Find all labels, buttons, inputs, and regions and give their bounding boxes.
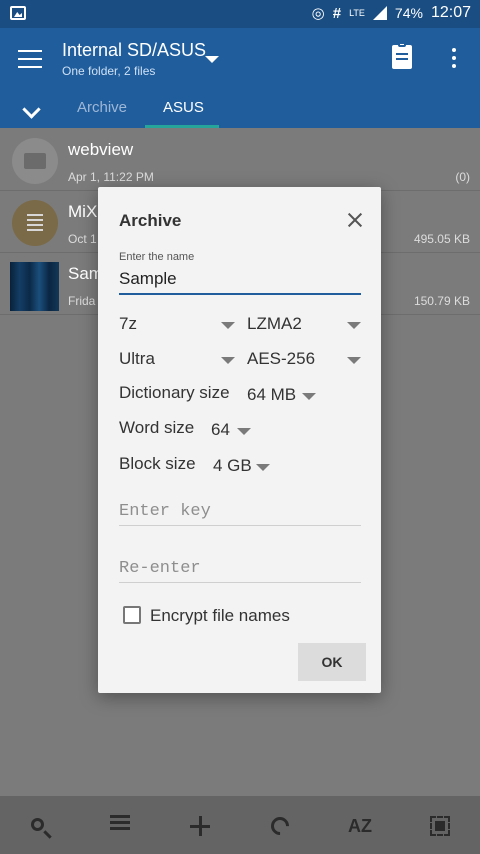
encryption-key-input[interactable] [119, 497, 361, 526]
chevron-down-icon [221, 322, 235, 329]
block-size-label: Block size [119, 454, 196, 473]
wifi-hotspot-icon: ◎ [311, 5, 325, 22]
reenter-key-input[interactable] [119, 554, 361, 583]
chevron-down-icon [221, 357, 235, 364]
network-label: LTE [349, 8, 365, 18]
tab-asus[interactable]: ASUS [163, 99, 204, 116]
list-view-icon[interactable] [110, 815, 130, 830]
format-dropdown[interactable]: 7z [119, 314, 239, 338]
encryption-value: AES-256 [247, 349, 316, 368]
status-bar: ◎ # LTE 74% 12:07 [0, 0, 480, 28]
file-date: Frida [68, 294, 96, 308]
dialog-title: Archive [119, 211, 182, 230]
menu-icon[interactable] [18, 50, 42, 68]
folder-icon [12, 138, 58, 184]
file-date: Apr 1, 11:22 PM [68, 170, 154, 184]
select-all-icon[interactable] [425, 811, 455, 841]
chevron-down-icon[interactable] [22, 100, 41, 119]
file-size: (0) [455, 170, 470, 184]
signal-icon [372, 6, 387, 20]
encrypt-names-label[interactable]: Encrypt file names [150, 606, 290, 626]
hash-icon: # [332, 4, 342, 22]
status-indicators: ◎ # LTE 74% 12:07 [312, 4, 471, 22]
format-value: 7z [119, 314, 137, 333]
file-name: webview [68, 140, 134, 159]
file-name: MiX [68, 202, 98, 221]
location-title[interactable]: Internal SD/ASUS [62, 40, 206, 61]
chevron-down-icon [347, 322, 361, 329]
method-value: LZMA2 [247, 314, 302, 333]
sort-button[interactable]: AZ [345, 811, 375, 841]
level-dropdown[interactable]: Ultra [119, 349, 239, 373]
ok-button[interactable]: OK [298, 643, 366, 681]
image-notification-icon [10, 6, 26, 20]
file-size: 150.79 KB [413, 294, 470, 308]
more-options-icon[interactable] [452, 48, 456, 68]
block-size-value: 4 GB [213, 456, 252, 475]
archive-name-input[interactable] [119, 265, 361, 295]
close-icon[interactable] [346, 211, 364, 229]
refresh-icon[interactable] [265, 811, 295, 841]
app-bar: Internal SD/ASUS One folder, 2 files Arc… [0, 28, 480, 128]
word-size-label: Word size [119, 418, 195, 437]
clock-time: 12:07 [430, 4, 471, 21]
method-dropdown[interactable]: LZMA2 [247, 314, 367, 338]
add-icon[interactable] [185, 811, 215, 841]
name-label: Enter the name [119, 251, 195, 263]
list-item[interactable]: webview Apr 1, 11:22 PM (0) [0, 128, 480, 191]
chevron-down-icon [302, 393, 316, 400]
dictionary-size-label: Dictionary size [119, 383, 230, 402]
location-dropdown-icon[interactable] [205, 56, 219, 63]
chevron-down-icon [237, 428, 251, 435]
block-size-dropdown[interactable]: 4 GB [213, 456, 283, 480]
image-thumbnail [10, 262, 59, 311]
word-size-dropdown[interactable]: 64 [211, 420, 261, 444]
dictionary-size-dropdown[interactable]: 64 MB [247, 385, 327, 409]
document-icon [12, 200, 58, 246]
bottom-toolbar: AZ [0, 796, 480, 854]
level-value: Ultra [119, 349, 155, 368]
dictionary-size-value: 64 MB [247, 385, 297, 404]
search-icon[interactable] [24, 811, 54, 841]
breadcrumb-tabs: Archive ASUS [0, 94, 480, 128]
encrypt-names-checkbox[interactable] [123, 606, 141, 624]
file-size: 495.05 KB [413, 232, 470, 246]
folder-summary: One folder, 2 files [62, 64, 156, 78]
encryption-dropdown[interactable]: AES-256 [247, 349, 367, 373]
battery-level: 74% [394, 5, 423, 21]
tab-archive[interactable]: Archive [77, 99, 127, 116]
chevron-down-icon [256, 464, 270, 471]
word-size-value: 64 [211, 420, 230, 439]
clipboard-icon[interactable] [392, 42, 412, 69]
file-date: Oct 1 [68, 232, 97, 246]
archive-dialog: Archive Enter the name 7z LZMA2 Ultra AE… [98, 187, 381, 693]
chevron-down-icon [347, 357, 361, 364]
